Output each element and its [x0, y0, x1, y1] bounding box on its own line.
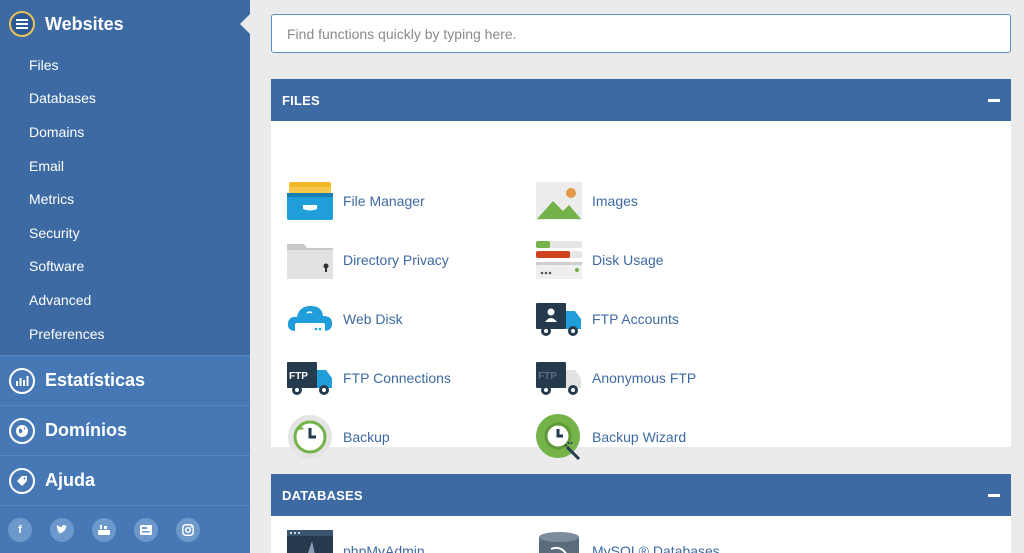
sidebar-item-metrics[interactable]: Metrics [0, 182, 250, 216]
tool-web-disk[interactable]: Web Disk [286, 297, 403, 341]
databases-panel: DATABASES phpMyAdmin MySQL® Databases [271, 474, 1011, 553]
sidebar-item-email[interactable]: Email [0, 149, 250, 183]
search-input[interactable] [271, 14, 1011, 53]
files-panel-header[interactable]: FILES [271, 79, 1011, 121]
social-links: f [0, 505, 250, 553]
sidebar-item-preferences[interactable]: Preferences [0, 317, 250, 351]
web-disk-icon [286, 297, 334, 341]
ftp-accounts-icon [535, 297, 583, 341]
sidebar-group-title: Ajuda [45, 470, 96, 490]
svg-text:FTP: FTP [289, 371, 308, 382]
blog-icon[interactable] [134, 517, 158, 542]
tool-disk-usage[interactable]: Disk Usage [535, 238, 664, 282]
collapse-icon[interactable] [988, 493, 1000, 497]
tool-ftp-accounts[interactable]: FTP Accounts [535, 297, 679, 341]
sidebar-header-title: Websites [45, 13, 124, 34]
globe-icon [9, 417, 35, 444]
tool-file-manager[interactable]: File Manager [286, 179, 425, 223]
tool-label: Backup Wizard [592, 429, 687, 445]
twitter-icon[interactable] [50, 517, 74, 542]
databases-panel-title: DATABASES [282, 487, 363, 503]
tool-images[interactable]: Images [535, 179, 638, 223]
sidebar-items: Files Databases Domains Email Metrics Se… [0, 48, 250, 350]
sidebar-item-software[interactable]: Software [0, 250, 250, 284]
tool-backup[interactable]: Backup [286, 415, 390, 459]
backup-icon [286, 415, 334, 459]
tool-label: Backup [343, 429, 390, 445]
disk-usage-icon [535, 238, 583, 282]
tool-anonymous-ftp[interactable]: FTP Anonymous FTP [535, 356, 696, 400]
tool-mysql-databases[interactable]: MySQL® Databases [535, 529, 720, 553]
collapse-icon[interactable] [988, 98, 1000, 102]
sidebar-group-title: Domínios [45, 420, 128, 440]
bar-chart-icon [9, 367, 35, 394]
mysql-databases-icon [535, 529, 583, 553]
tool-label: FTP Accounts [592, 311, 679, 327]
sidebar: Websites Files Databases Domains Email M… [0, 0, 250, 553]
images-icon [535, 179, 583, 223]
tool-label: MySQL® Databases [592, 543, 720, 553]
tool-label: Anonymous FTP [592, 370, 697, 386]
tool-backup-wizard[interactable]: Backup Wizard [535, 414, 687, 461]
sidebar-group-estatisticas[interactable]: Estatísticas [0, 355, 250, 405]
sidebar-group-dominios[interactable]: Domínios [0, 405, 250, 455]
files-panel-title: FILES [282, 92, 320, 108]
ftp-connections-icon: FTP [286, 356, 334, 400]
sidebar-group-ajuda[interactable]: Ajuda [0, 455, 250, 505]
sidebar-item-files[interactable]: Files [0, 48, 250, 82]
tool-directory-privacy[interactable]: Directory Privacy [286, 238, 449, 282]
file-manager-icon [286, 179, 334, 223]
backup-wizard-icon [535, 414, 583, 461]
sidebar-header-websites[interactable]: Websites [0, 0, 250, 48]
sidebar-item-security[interactable]: Security [0, 216, 250, 250]
tool-label: Images [592, 193, 638, 209]
instagram-icon[interactable] [176, 517, 200, 542]
anonymous-ftp-icon: FTP [535, 356, 583, 400]
tool-label: File Manager [343, 193, 425, 209]
tool-label: FTP Connections [343, 370, 451, 386]
sidebar-item-databases[interactable]: Databases [0, 82, 250, 116]
active-notch [240, 14, 250, 34]
sidebar-group-title: Estatísticas [45, 370, 146, 390]
tool-ftp-connections[interactable]: FTP FTP Connections [286, 356, 451, 400]
tool-phpmyadmin[interactable]: phpMyAdmin [286, 529, 425, 553]
facebook-icon[interactable]: f [8, 517, 32, 542]
databases-panel-header[interactable]: DATABASES [271, 474, 1011, 516]
tool-label: Directory Privacy [343, 252, 449, 268]
tool-label: Disk Usage [592, 252, 664, 268]
sidebar-item-domains[interactable]: Domains [0, 115, 250, 149]
directory-privacy-icon [286, 238, 334, 282]
youtube-icon[interactable] [92, 517, 116, 542]
phpmyadmin-icon [286, 529, 334, 553]
list-icon [9, 11, 35, 37]
tool-label: Web Disk [343, 311, 403, 327]
tool-label: phpMyAdmin [343, 543, 425, 553]
tag-icon [9, 467, 35, 494]
sidebar-item-advanced[interactable]: Advanced [0, 283, 250, 317]
svg-text:FTP: FTP [538, 371, 557, 382]
files-panel: FILES File Manager Images Directory Priv… [271, 79, 1011, 461]
